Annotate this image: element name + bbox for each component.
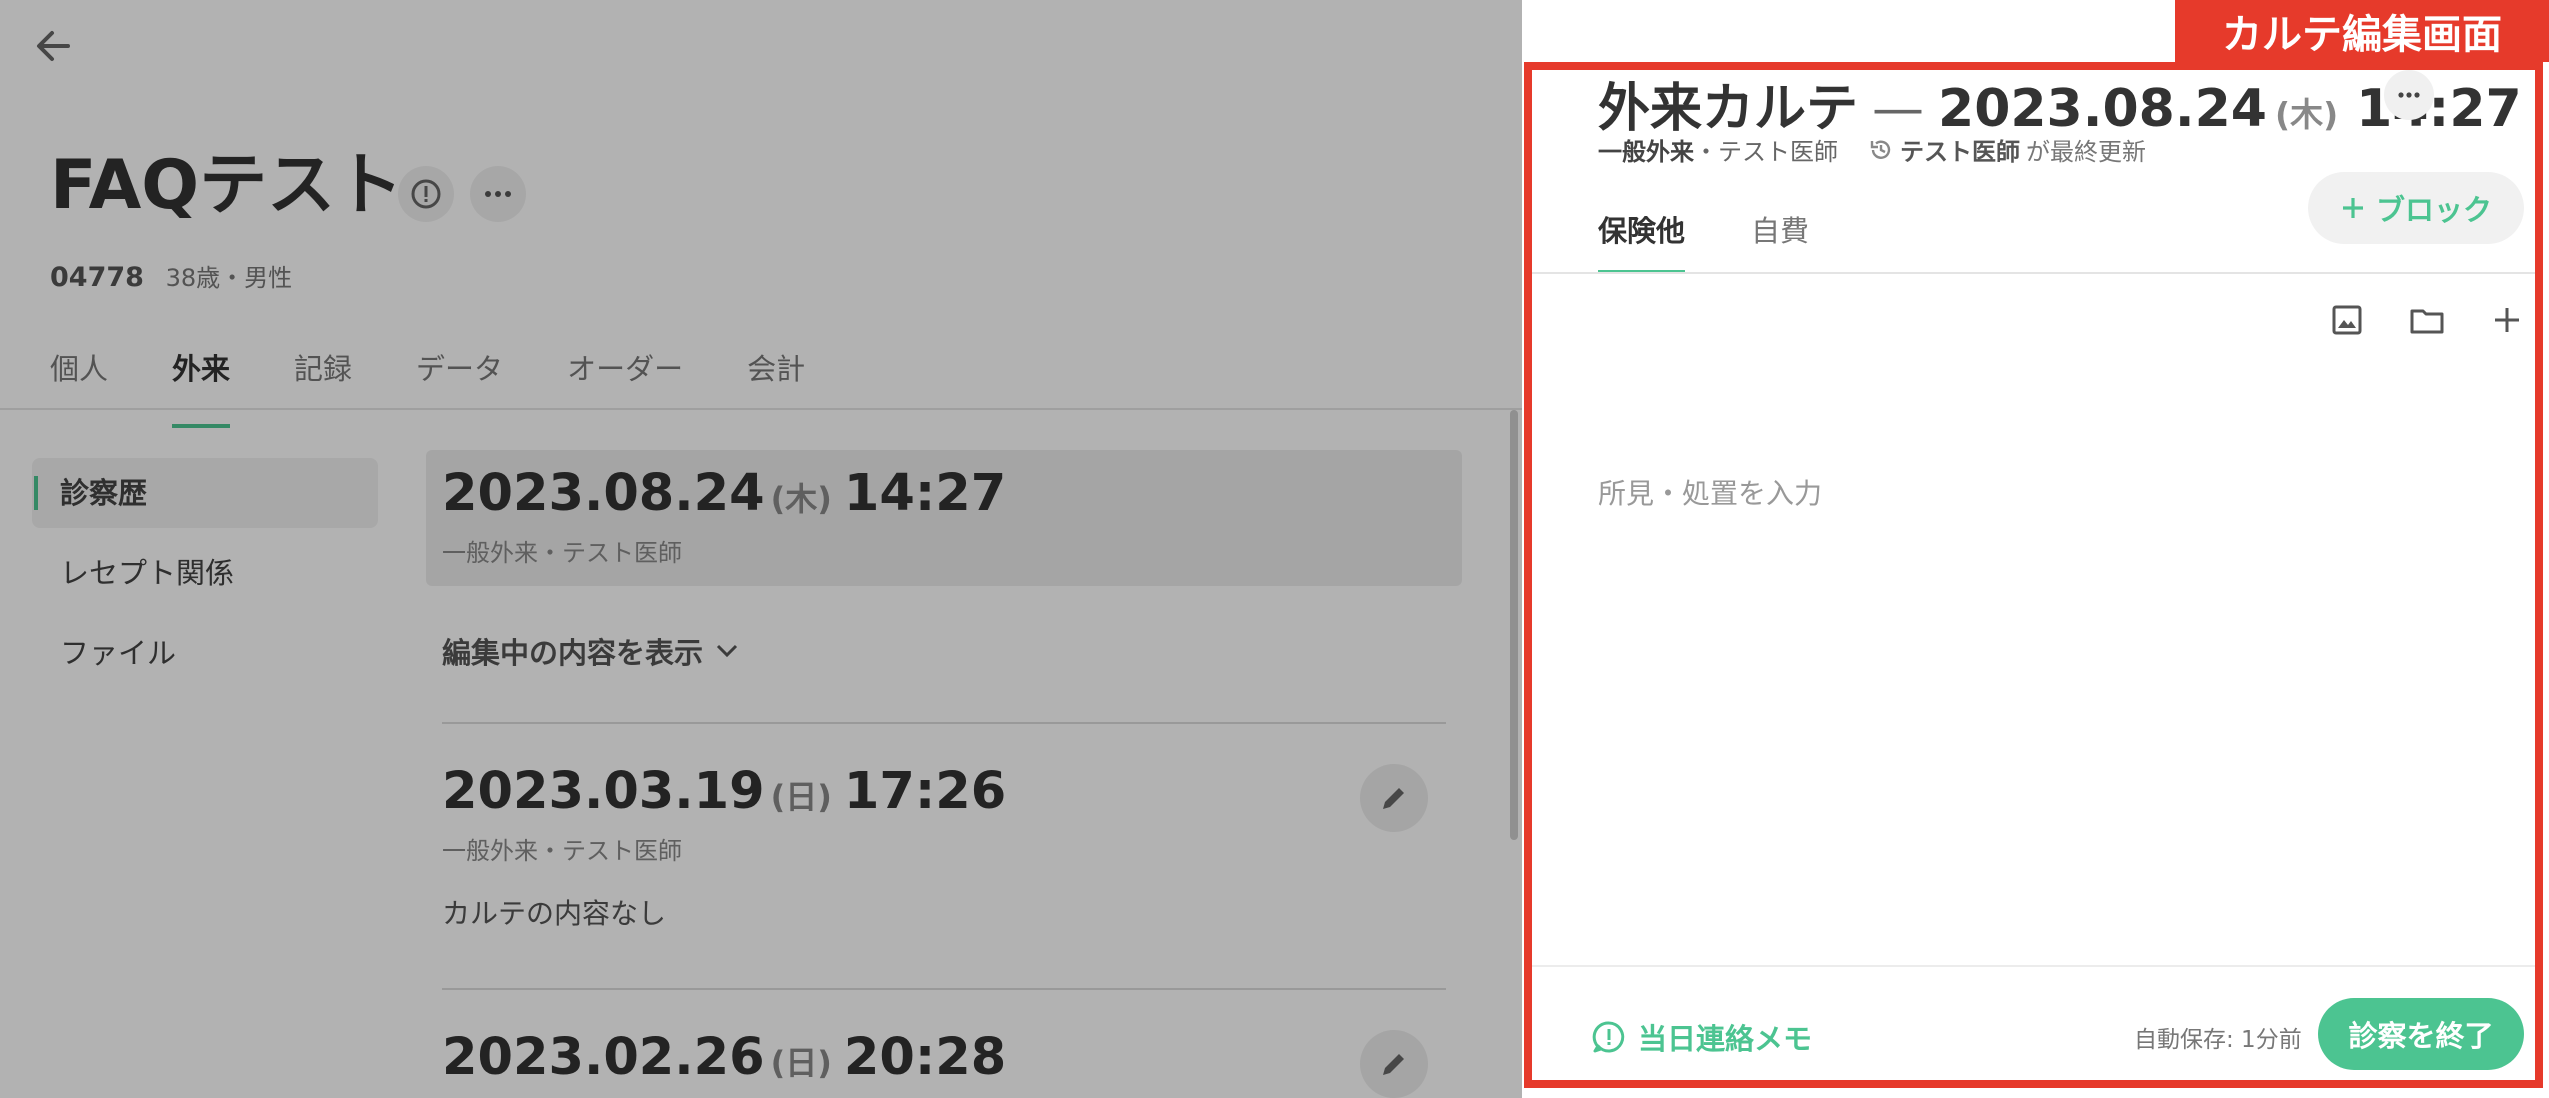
insert-file-button[interactable]	[2403, 296, 2451, 344]
add-block-button[interactable]: ブロック	[2308, 172, 2524, 244]
image-icon	[2332, 305, 2362, 335]
karte-more-button[interactable]	[2384, 70, 2434, 120]
karte-subtitle: 一般外来・テスト医師 テスト医師 が最終更新	[1598, 132, 2146, 167]
findings-input[interactable]: 所見・処置を入力	[1598, 472, 1822, 512]
tab-insurance[interactable]: 保険他	[1598, 208, 1686, 274]
karte-time: 14:27	[2356, 79, 2522, 139]
alert-icon	[1592, 1021, 1625, 1053]
daily-memo-label: 当日連絡メモ	[1638, 1022, 1813, 1056]
finish-exam-button[interactable]: 診察を終了	[2318, 998, 2524, 1070]
updated-suffix: が最終更新	[2026, 138, 2146, 166]
karte-title: 外来カルテ — 2023.08.24 (木) 14:27	[1598, 66, 2522, 141]
tab-self-pay[interactable]: 自費	[1751, 208, 1809, 250]
patient-page: FAQテスト 04778 38歳・男性 個人 外来 記録 データ オーダー 会計…	[0, 0, 1522, 1098]
add-block-label: ブロック	[2375, 193, 2492, 227]
title-dash: —	[1872, 79, 1925, 139]
folder-icon	[2410, 309, 2444, 334]
karte-dow: (木)	[2274, 95, 2339, 134]
plus-icon	[2495, 308, 2519, 332]
modal-overlay[interactable]	[0, 0, 1522, 1098]
karte-tabs: 保険他 自費	[1598, 208, 1809, 274]
more-horizontal-icon	[2398, 92, 2420, 98]
karte-department: 一般外来	[1598, 138, 1694, 166]
updated-by: テスト医師	[1900, 138, 2020, 166]
last-updated: テスト医師 が最終更新	[1868, 132, 2146, 167]
plus-icon	[2342, 198, 2363, 218]
insert-image-button[interactable]	[2323, 296, 2371, 344]
karte-type: 外来カルテ	[1598, 79, 1859, 139]
karte-doctor: ・テスト医師	[1694, 138, 1838, 166]
daily-memo-button[interactable]: 当日連絡メモ	[1592, 1016, 1812, 1058]
history-icon	[1870, 140, 1891, 159]
karte-tabs-divider	[1532, 272, 2537, 274]
add-item-button[interactable]	[2483, 296, 2531, 344]
karte-date: 2023.08.24	[1938, 79, 2267, 139]
autosave-status: 自動保存: 1分前	[2134, 1027, 2302, 1053]
footer-divider	[1532, 965, 2537, 967]
annotation-label: カルテ編集画面	[2175, 0, 2549, 62]
